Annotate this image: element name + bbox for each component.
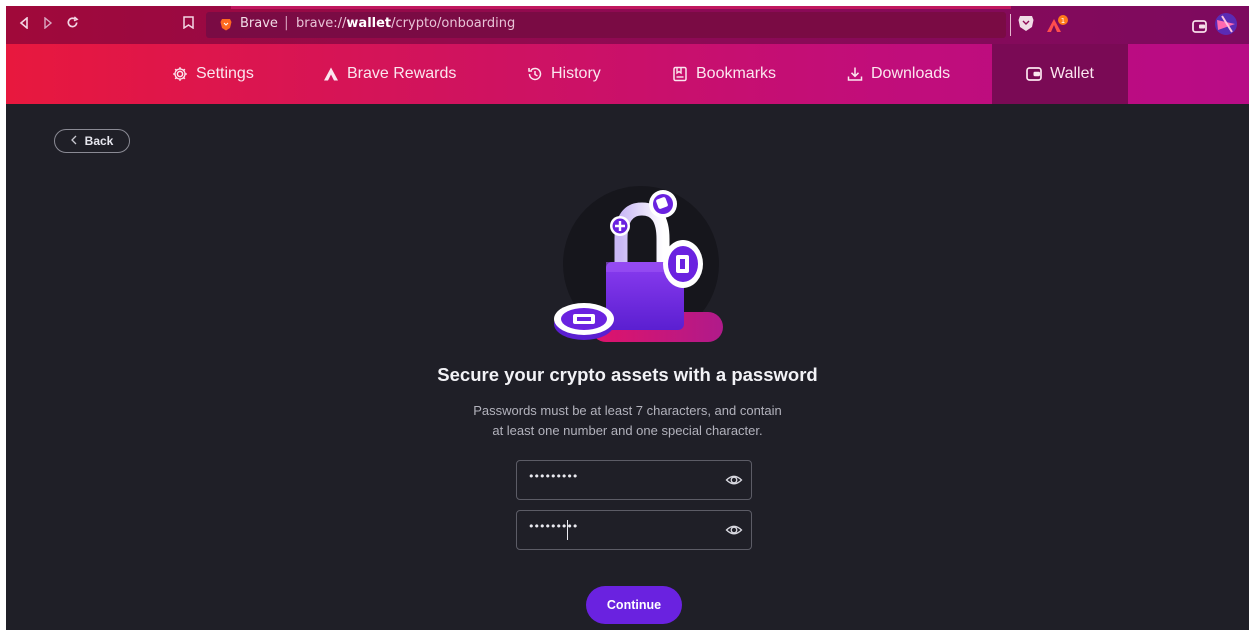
tab-downloads[interactable]: Downloads: [847, 44, 950, 104]
tab-label: History: [551, 65, 601, 82]
description-line: Passwords must be at least 7 characters,…: [473, 403, 782, 418]
history-icon: [528, 67, 542, 81]
eye-icon[interactable]: [725, 521, 743, 539]
tab-label: Downloads: [871, 65, 951, 82]
wallet-toolbar-icon[interactable]: [1192, 18, 1207, 37]
confirm-password-value: •••••••••: [528, 520, 578, 533]
tab-label: Wallet: [1050, 65, 1094, 82]
wallet-icon: [1026, 67, 1042, 81]
back-button[interactable]: Back: [54, 129, 130, 153]
confirm-password-input[interactable]: •••••••••: [516, 510, 752, 550]
url-text: brave://wallet/crypto/onboarding: [296, 16, 516, 31]
url-bar[interactable]: Brave | brave://wallet/crypto/onboarding: [206, 12, 1006, 38]
forward-nav-icon[interactable]: [38, 15, 58, 35]
description-line: at least one number and one special char…: [492, 423, 763, 438]
brave-shields-icon[interactable]: [1018, 14, 1034, 36]
wallet-lock-illustration: [554, 186, 723, 342]
triangle-icon: [324, 67, 338, 81]
settings-nav-bar: Settings Brave Rewards History Bookmarks…: [6, 44, 1249, 104]
tab-wallet[interactable]: Wallet: [992, 44, 1128, 104]
brave-lion-icon: [220, 19, 232, 31]
active-tab-strip: [231, 6, 1011, 9]
url-separator: |: [284, 15, 289, 31]
tab-brave-rewards[interactable]: Brave Rewards: [323, 44, 456, 104]
tab-bookmarks[interactable]: Bookmarks: [672, 44, 776, 104]
tab-settings[interactable]: Settings: [172, 44, 254, 104]
profile-avatar-icon[interactable]: [1214, 12, 1238, 40]
tab-label: Brave Rewards: [347, 65, 457, 82]
toolbar-divider: [1010, 14, 1011, 36]
brave-rewards-icon[interactable]: 1: [1046, 14, 1072, 38]
bookmark-page-icon[interactable]: [178, 15, 198, 35]
gear-icon: [173, 67, 187, 81]
svg-text:1: 1: [1061, 17, 1065, 25]
bookmark-icon: [673, 66, 687, 82]
eye-icon[interactable]: [725, 471, 743, 489]
back-label: Back: [84, 134, 114, 148]
browser-window: Brave | brave://wallet/crypto/onboarding…: [6, 6, 1249, 630]
page-title: Secure your crypto assets with a passwor…: [437, 364, 818, 385]
text-caret: [567, 520, 568, 540]
tab-history[interactable]: History: [527, 44, 601, 104]
tab-label: Settings: [196, 65, 254, 82]
download-icon: [847, 67, 863, 81]
continue-button[interactable]: Continue: [586, 586, 682, 624]
reload-icon[interactable]: [62, 15, 82, 35]
password-input[interactable]: •••••••••: [516, 460, 752, 500]
url-brand: Brave: [240, 16, 278, 31]
address-toolbar: Brave | brave://wallet/crypto/onboarding…: [6, 6, 1249, 44]
chevron-left-icon: [70, 134, 77, 148]
password-value: •••••••••: [528, 470, 578, 483]
back-nav-icon[interactable]: [14, 15, 34, 35]
page-description: Passwords must be at least 7 characters,…: [6, 401, 1249, 441]
tab-label: Bookmarks: [696, 65, 777, 82]
